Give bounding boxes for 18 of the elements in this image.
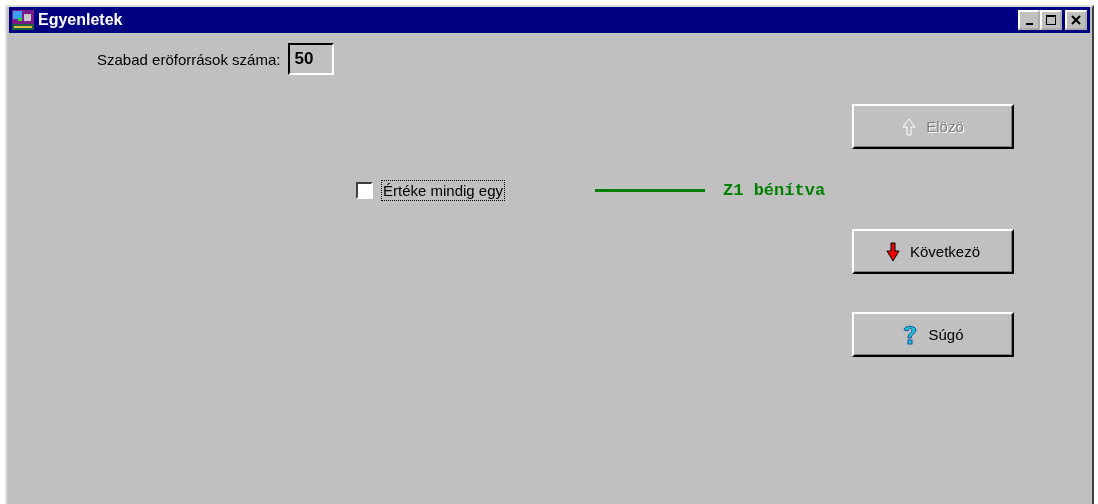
close-button[interactable] [1065, 10, 1087, 30]
maximize-button[interactable] [1040, 10, 1062, 30]
window-title: Egyenletek [38, 11, 123, 29]
next-button[interactable]: Következö [852, 229, 1014, 274]
down-arrow-icon [885, 241, 900, 262]
status-text: Z1 bénítva [723, 181, 826, 200]
resources-field[interactable]: 50 [288, 43, 335, 75]
close-icon [1071, 15, 1081, 25]
minimize-icon [1025, 23, 1033, 25]
maximize-icon [1046, 15, 1056, 25]
minimize-button[interactable] [1018, 10, 1040, 30]
app-icon [12, 10, 34, 30]
help-button[interactable]: Súgó [852, 312, 1014, 357]
checkbox-label: Értéke mindig egy [381, 180, 506, 201]
help-icon [902, 323, 919, 346]
resources-label: Szabad eröforrások száma: [97, 50, 281, 68]
up-arrow-icon [902, 117, 917, 136]
checkbox[interactable] [356, 182, 373, 199]
